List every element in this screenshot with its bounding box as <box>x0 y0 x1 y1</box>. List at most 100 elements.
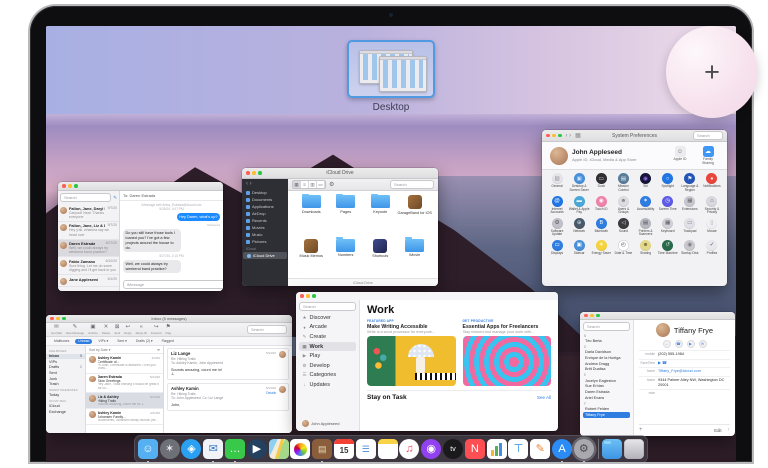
email-message[interactable]: Liz Lange 5/14/20 Re: Hiking Trails To: … <box>167 348 289 380</box>
mail-search-input[interactable] <box>247 325 287 334</box>
keynote-dock-icon[interactable]: ⊤ <box>508 439 528 459</box>
prefs-titlebar[interactable]: ‹ › ▦ System Preferences <box>542 130 727 142</box>
downloads-dock-icon[interactable] <box>602 439 622 459</box>
pref-pane-dock[interactable]: ▭Dock <box>590 173 612 192</box>
filter-mailboxes[interactable]: Mailboxes <box>51 339 72 344</box>
mailbox-exchange[interactable]: Exchange <box>46 409 85 415</box>
tv-dock-icon[interactable]: tv <box>443 439 463 459</box>
finder-titlebar[interactable]: iCloud Drive <box>242 168 438 179</box>
prefs-link-family-sharing[interactable]: ☁Family Sharing <box>697 146 719 165</box>
pages-dock-icon[interactable]: ✎ <box>530 439 550 459</box>
conversation-row[interactable]: Jane Appleseed6/1/20 <box>58 275 119 287</box>
email-message[interactable]: Ashley Kamin 5/14/20 Re: Hiking Trails T… <box>167 383 289 410</box>
pref-pane-security-privacy[interactable]: ⌂Security & Privacy <box>701 196 723 215</box>
pref-pane-printers-scanners[interactable]: ▤Printers & Scanners <box>635 218 657 237</box>
file-item[interactable]: iMovie <box>398 239 433 279</box>
sidebar-item-categories[interactable]: ☰Categories <box>299 371 356 381</box>
pref-pane-notifications[interactable]: ●Notifications <box>701 173 723 192</box>
finder-dock-icon[interactable]: ☺ <box>138 439 158 459</box>
message-row[interactable]: Ashley Kamin4/3/20Certificate of...Hi Jo… <box>86 354 163 374</box>
file-item[interactable]: Numbers <box>329 239 364 279</box>
back-forward-buttons[interactable]: ‹ › <box>566 133 572 139</box>
sidebar-item-desktop[interactable]: Desktop <box>242 189 288 196</box>
conversation-row[interactable]: Fallon, Jane, Daryl B...9/7/20Carpool! N… <box>58 204 119 222</box>
messages-search-input[interactable] <box>60 193 111 202</box>
pref-pane-wallet-apple-pay[interactable]: ▬Wallet & Apple Pay <box>568 196 590 215</box>
traffic-lights[interactable] <box>546 134 562 138</box>
sidebar-item-work[interactable]: ▣Work <box>299 342 356 352</box>
system-preferences-window[interactable]: ‹ › ▦ System Preferences John Appleseed … <box>542 130 727 286</box>
pref-pane-sidecar[interactable]: ▣Sidecar <box>568 240 590 256</box>
app-store-window[interactable]: ★Discover♦Arcade✎Create▣Work▶Play⚙Develo… <box>296 292 558 431</box>
contacts-titlebar[interactable] <box>580 312 735 320</box>
sidebar-item-discover[interactable]: ★Discover <box>299 313 356 323</box>
filter-drafts-[interactable]: Drafts (2) ▾ <box>133 339 156 344</box>
share-icon[interactable]: ↑ <box>728 427 731 433</box>
contact-row[interactable]: Enrique de la Huelga <box>583 355 630 361</box>
pref-pane-general[interactable]: ▥General <box>546 173 568 192</box>
contact-row[interactable]: Daren Estrada <box>583 389 630 395</box>
sidebar-item-music[interactable]: Music <box>242 231 288 238</box>
launchpad-dock-icon[interactable]: ✶ <box>160 439 180 459</box>
sidebar-item-movies[interactable]: Movies <box>242 224 288 231</box>
sidebar-item-arcade[interactable]: ♦Arcade <box>299 323 356 333</box>
compose-icon[interactable]: ✎ <box>113 195 117 201</box>
pref-pane-internet-accounts[interactable]: @Internet Accounts <box>546 196 568 215</box>
pref-pane-displays[interactable]: ▭Displays <box>546 240 568 256</box>
contacts-search-input[interactable] <box>583 322 630 331</box>
mail-titlebar[interactable]: Inbox (5 messages) <box>46 315 292 323</box>
call-action-icon[interactable]: ☎ <box>675 340 683 348</box>
notes-dock-icon[interactable] <box>378 439 398 459</box>
file-item[interactable]: Music Memos <box>294 239 329 279</box>
file-item[interactable]: Pages <box>329 195 364 235</box>
add-contact-button[interactable]: + <box>639 427 643 433</box>
show-all-icon[interactable]: ▦ <box>575 132 581 139</box>
pref-pane-trackpad[interactable]: ▭Trackpad <box>679 218 701 237</box>
toolbar-button-junk[interactable]: ⊠Junk <box>114 325 120 335</box>
sidebar-item-icloud-drive[interactable]: iCloud Drive <box>243 252 287 259</box>
traffic-lights[interactable] <box>62 184 78 188</box>
app-store-dock-icon[interactable]: A <box>552 439 572 459</box>
traffic-lights[interactable] <box>584 314 600 318</box>
traffic-lights[interactable] <box>300 294 316 298</box>
sidebar-item-create[interactable]: ✎Create <box>299 332 356 342</box>
music-dock-icon[interactable]: ♫ <box>399 439 419 459</box>
prefs-search-input[interactable] <box>693 131 723 140</box>
mail-action-icon[interactable]: ✉ <box>699 340 707 348</box>
pref-pane-network[interactable]: ⊕Network <box>568 218 590 237</box>
news-dock-icon[interactable]: N <box>465 439 485 459</box>
featured-card[interactable]: GET PRODUCTIVE Essential Apps for Freela… <box>463 319 552 386</box>
edit-button[interactable]: Edit <box>714 428 721 433</box>
messages-window[interactable]: ✎ Fallon, Jane, Daryl B...9/7/20Carpool!… <box>58 182 223 291</box>
pref-pane-mouse[interactable]: ▯Mouse <box>701 218 723 237</box>
pref-pane-extensions[interactable]: ▦Extensions <box>679 196 701 215</box>
sidebar-item-applications[interactable]: Applications <box>242 203 288 210</box>
pref-pane-keyboard[interactable]: ▦Keyboard <box>657 218 679 237</box>
contacts-dock-icon[interactable]: ▤ <box>312 439 332 459</box>
message-row[interactable]: Ashley Kamin2/21/20Johansen Family...Mov… <box>86 409 163 425</box>
filter-unread[interactable]: Unread <box>75 339 92 344</box>
filter-sent-[interactable]: Sent ▾ <box>114 339 130 344</box>
prefs-link-apple-id[interactable]: ☺Apple ID <box>669 146 691 165</box>
toolbar-button-reply[interactable]: ↩Reply <box>124 325 131 335</box>
filter-vips-[interactable]: VIPs ▾ <box>95 339 111 344</box>
file-item[interactable]: Downloads <box>294 195 329 235</box>
field-value[interactable]: Tiffany_Frye@icloud.com <box>658 369 701 374</box>
maps-dock-icon[interactable] <box>269 439 289 459</box>
pref-pane-date-time[interactable]: ◴Date & Time <box>612 240 634 256</box>
numbers-dock-icon[interactable] <box>487 439 507 459</box>
contacts-window[interactable]: BTéo BertaDDaria DavidsonEnrique de la H… <box>580 312 735 436</box>
file-item[interactable]: Keynote <box>363 195 398 235</box>
appstore-search-input[interactable] <box>299 302 356 311</box>
appstore-titlebar[interactable] <box>296 292 558 300</box>
messages-titlebar[interactable] <box>58 182 223 191</box>
pref-pane-mission-control[interactable]: ▤Mission Control <box>612 173 634 192</box>
photos-dock-icon[interactable] <box>290 439 310 459</box>
pref-pane-language-region[interactable]: ⚑Language & Region <box>679 173 701 192</box>
contact-row[interactable]: Jocelyn Eagleston <box>583 378 630 384</box>
sidebar-item-pictures[interactable]: Pictures <box>242 238 288 245</box>
toolbar-button-flag[interactable]: ⚑Flag <box>165 325 171 335</box>
desktop-space-thumbnail[interactable] <box>347 40 435 98</box>
pref-pane-screen-time[interactable]: ◷Screen Time <box>657 196 679 215</box>
featured-card[interactable]: FEATURED APP Make Writing Accessible Wri… <box>367 319 456 386</box>
